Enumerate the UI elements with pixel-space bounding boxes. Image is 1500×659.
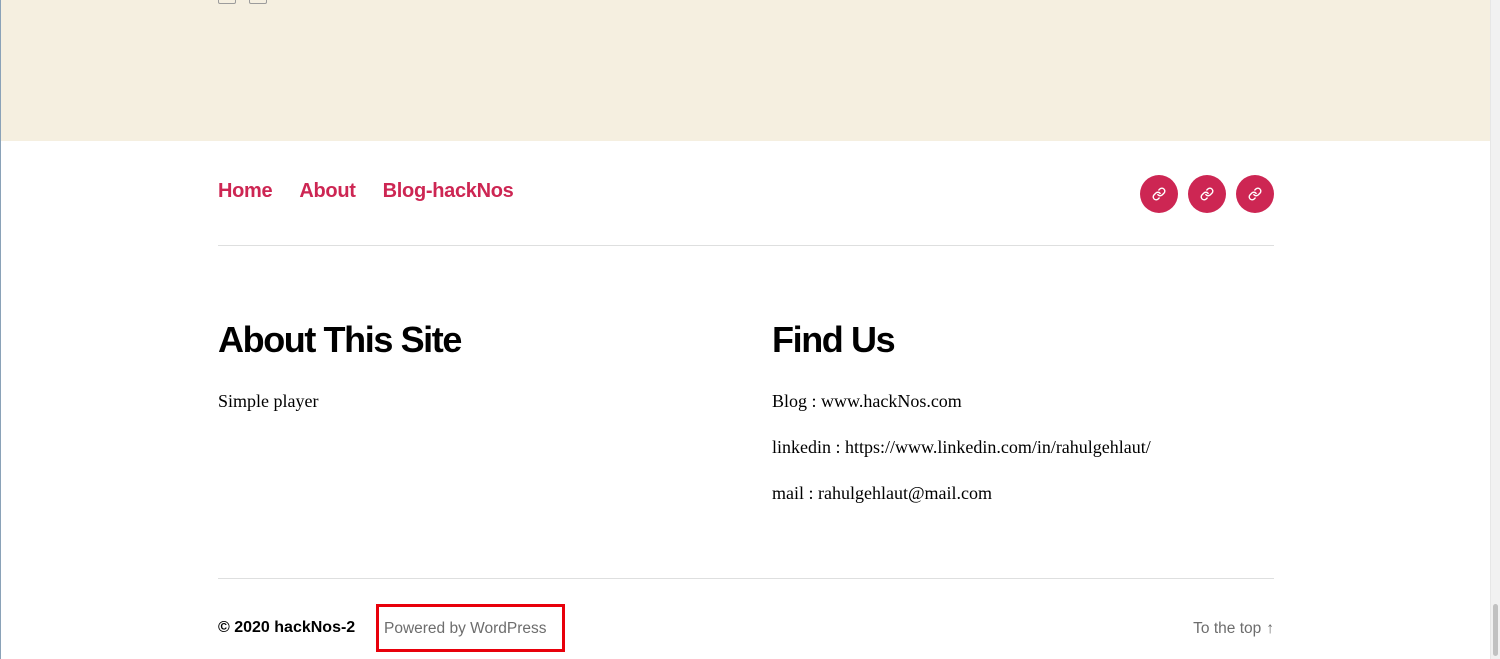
scrollbar-thumb[interactable] — [1493, 604, 1498, 656]
footer-menu-bar: Home About Blog-hackNos — [218, 172, 1274, 216]
widget-text-about: Simple player — [218, 391, 319, 411]
checkbox-partial[interactable] — [218, 0, 236, 4]
credits-divider — [218, 578, 1274, 579]
link-icon — [1200, 187, 1214, 201]
link-icon — [1248, 187, 1262, 201]
widget-title-about: About This Site — [218, 319, 462, 360]
page-viewport: Home About Blog-hackNos About This Site … — [0, 0, 1500, 659]
arrow-up-icon: ↑ — [1266, 620, 1274, 637]
copyright-text: © 2020 hackNos-2 — [218, 619, 356, 636]
social-link-button[interactable] — [1188, 175, 1226, 213]
scrollbar-track[interactable] — [1490, 0, 1500, 659]
footer-divider — [218, 245, 1274, 246]
footer-link-about[interactable]: About — [299, 180, 356, 203]
social-link-button[interactable] — [1140, 175, 1178, 213]
social-link-button[interactable] — [1236, 175, 1274, 213]
footer-menu: Home About Blog-hackNos — [218, 180, 514, 203]
find-us-mail: mail : rahulgehlaut@mail.com — [772, 483, 993, 503]
to-the-top-label: To the top — [1193, 620, 1262, 637]
social-menu — [1140, 175, 1274, 213]
highlight-annotation — [376, 604, 565, 652]
content-area-bottom — [1, 0, 1490, 141]
checkbox-partial[interactable] — [249, 0, 267, 4]
widget-title-find-us: Find Us — [772, 319, 896, 360]
find-us-linkedin: linkedin : https://www.linkedin.com/in/r… — [772, 437, 1151, 457]
to-the-top-link[interactable]: To the top ↑ — [1193, 620, 1274, 638]
footer-link-blog[interactable]: Blog-hackNos — [383, 180, 514, 203]
footer-link-home[interactable]: Home — [218, 180, 273, 203]
find-us-blog: Blog : www.hackNos.com — [772, 391, 962, 411]
link-icon — [1152, 187, 1166, 201]
